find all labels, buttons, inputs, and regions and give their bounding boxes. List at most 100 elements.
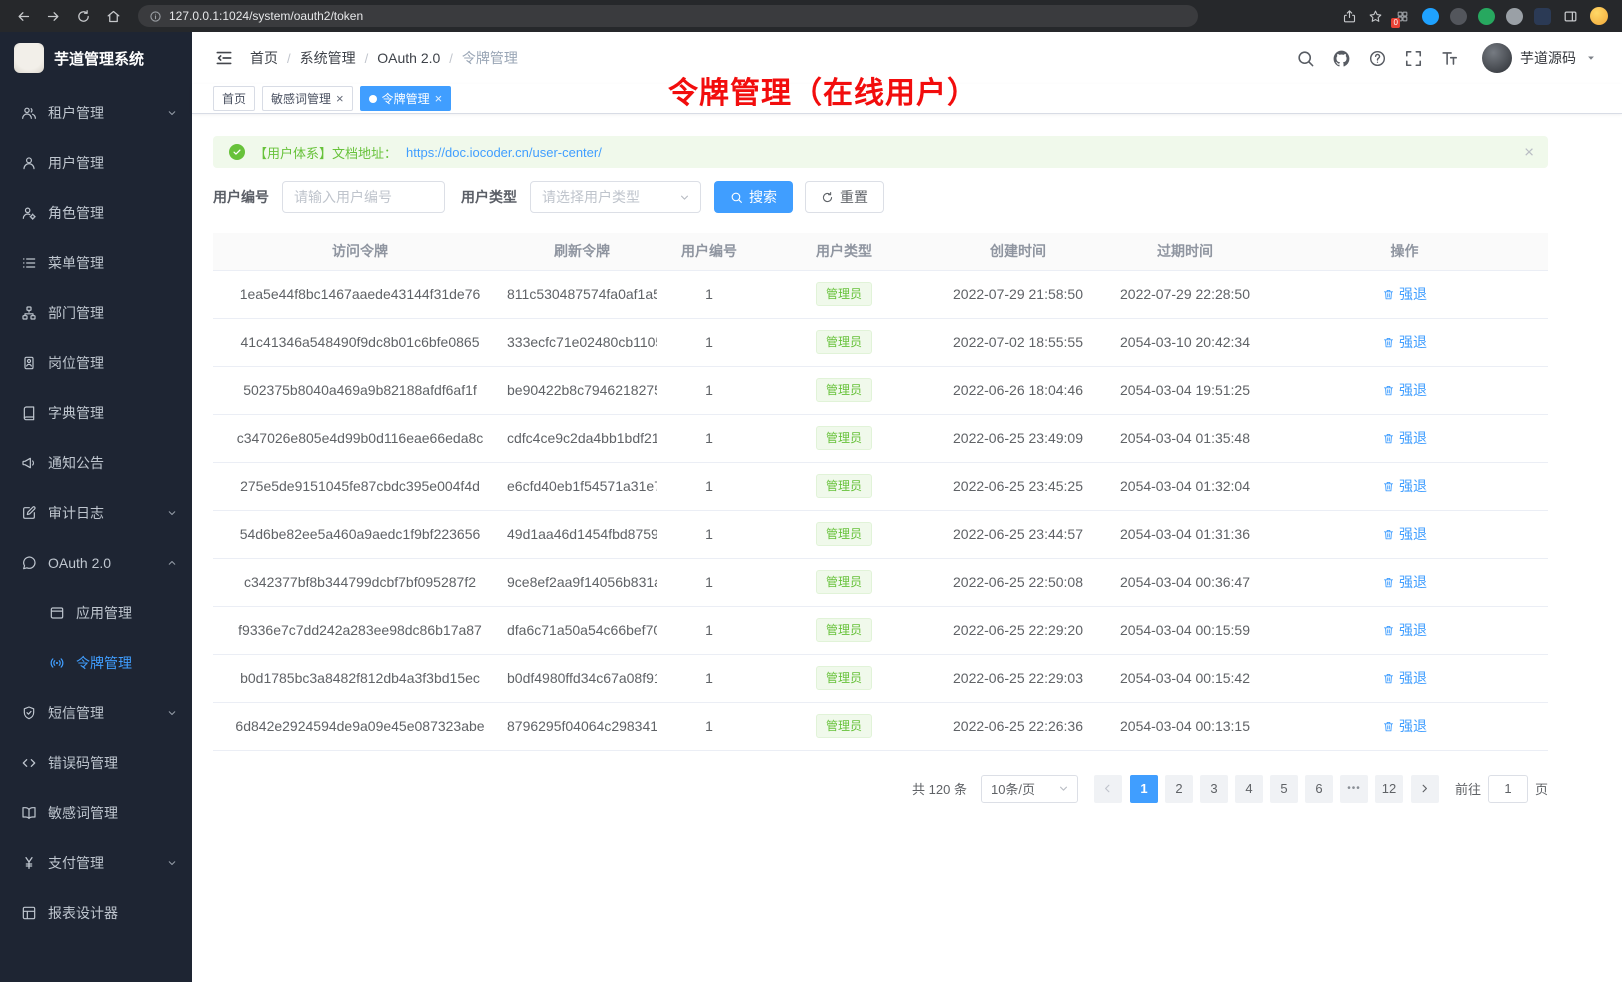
sidebar-item[interactable]: 租户管理	[0, 88, 192, 138]
sidebar-item[interactable]: 审计日志	[0, 488, 192, 538]
total-count: 共 120 条	[912, 779, 967, 798]
help-icon[interactable]	[1368, 49, 1387, 68]
sidebar-item[interactable]: 字典管理	[0, 388, 192, 438]
force-logout-button[interactable]: 强退	[1382, 572, 1427, 592]
breadcrumb-item[interactable]: 令牌管理	[462, 48, 518, 68]
sidebar-item[interactable]: 支付管理	[0, 838, 192, 888]
close-tab-icon[interactable]: ×	[336, 92, 344, 105]
font-size-icon[interactable]	[1440, 49, 1459, 68]
expire-time-cell: 2054-03-04 19:51:25	[1109, 366, 1261, 414]
search-button[interactable]: 搜索	[714, 181, 793, 213]
page-number-button[interactable]: •••	[1340, 775, 1368, 803]
alert-close-icon[interactable]: ×	[1524, 144, 1534, 161]
side-panel-icon[interactable]	[1562, 8, 1579, 25]
page-number-button[interactable]: 2	[1165, 775, 1193, 803]
page-size-select[interactable]: 10条/页	[981, 775, 1078, 803]
view-tab[interactable]: 敏感词管理 ×	[262, 86, 353, 111]
reset-button[interactable]: 重置	[805, 181, 884, 213]
force-logout-button[interactable]: 强退	[1382, 380, 1427, 400]
prev-page-button[interactable]	[1094, 775, 1122, 803]
force-logout-button[interactable]: 强退	[1382, 284, 1427, 304]
force-logout-button[interactable]: 强退	[1382, 428, 1427, 448]
sidebar-item[interactable]: OAuth 2.0	[0, 538, 192, 588]
breadcrumb-item[interactable]: OAuth 2.0	[377, 50, 440, 66]
search-icon[interactable]	[1296, 49, 1315, 68]
sidebar-item[interactable]: 错误码管理	[0, 738, 192, 788]
header-actions: 芋道源码	[1296, 43, 1598, 73]
action-cell: 强退	[1261, 414, 1548, 462]
sidebar-item[interactable]: 敏感词管理	[0, 788, 192, 838]
share-icon[interactable]	[1342, 9, 1357, 24]
sidebar-item[interactable]: 令牌管理	[0, 638, 192, 688]
github-icon[interactable]	[1332, 49, 1351, 68]
sidebar-item[interactable]: 角色管理	[0, 188, 192, 238]
sidebar-item-label: 支付管理	[48, 853, 166, 873]
page-numbers: 1 2 3 4 5 6 ••	[1130, 775, 1403, 803]
browser-reload-button[interactable]	[70, 4, 96, 28]
sidebar-item[interactable]: 短信管理	[0, 688, 192, 738]
goto-page-input[interactable]	[1488, 775, 1528, 803]
extension-icon[interactable]	[1450, 8, 1467, 25]
view-tab[interactable]: 令牌管理 ×	[360, 86, 452, 111]
sidebar-toggle-icon[interactable]	[214, 48, 234, 68]
sidebar-menu: 租户管理 用户管理 角色管理	[0, 84, 192, 982]
sidebar-item[interactable]: 用户管理	[0, 138, 192, 188]
browser-back-button[interactable]	[10, 4, 36, 28]
close-tab-icon[interactable]: ×	[435, 92, 443, 105]
address-bar[interactable]: 127.0.0.1:1024/system/oauth2/token	[138, 5, 1198, 27]
expire-time-cell: 2054-03-10 20:42:34	[1109, 318, 1261, 366]
access-token-cell: 54d6be82ee5a460a9aedc1f9bf223656	[213, 510, 507, 558]
bookmark-star-icon[interactable]	[1368, 9, 1383, 24]
view-tab[interactable]: 首页	[213, 86, 255, 111]
trash-icon	[1382, 288, 1395, 301]
refresh-token-cell: e6cfd40eb1f54571a31e775e039c4624	[507, 462, 657, 510]
page-number-button[interactable]: 12	[1375, 775, 1403, 803]
user-menu[interactable]: 芋道源码	[1482, 43, 1598, 73]
page-number-button[interactable]: 6	[1305, 775, 1333, 803]
table-row: b0d1785bc3a8482f812db4a3f3bd15ec b0df498…	[213, 654, 1548, 702]
sidebar-item[interactable]: 部门管理	[0, 288, 192, 338]
action-cell: 强退	[1261, 270, 1548, 318]
browser-profile-avatar[interactable]	[1590, 7, 1608, 25]
user-type-tag: 管理员	[816, 474, 872, 498]
force-logout-button[interactable]: 强退	[1382, 620, 1427, 640]
app-logo[interactable]: 芋道管理系统	[0, 32, 192, 84]
sidebar-item[interactable]: 岗位管理	[0, 338, 192, 388]
force-logout-button[interactable]: 强退	[1382, 332, 1427, 352]
user-id-input[interactable]	[282, 181, 445, 213]
breadcrumb-item[interactable]: 系统管理	[300, 48, 356, 68]
refresh-token-cell: b0df4980ffd34c67a08f9156e4eee733	[507, 654, 657, 702]
sidebar-item[interactable]: 报表设计器	[0, 888, 192, 938]
site-info-icon[interactable]	[149, 10, 162, 23]
breadcrumb-item[interactable]: 首页	[250, 48, 278, 68]
page-number-button[interactable]: 4	[1235, 775, 1263, 803]
user-id-cell: 1	[657, 366, 761, 414]
page-number-button[interactable]: 5	[1270, 775, 1298, 803]
expire-time-cell: 2054-03-04 01:35:48	[1109, 414, 1261, 462]
sidebar-item[interactable]: 菜单管理	[0, 238, 192, 288]
trash-icon	[1382, 432, 1395, 445]
fullscreen-icon[interactable]	[1404, 49, 1423, 68]
sidebar-item[interactable]: 通知公告	[0, 438, 192, 488]
extension-icon[interactable]	[1478, 8, 1495, 25]
user-type-cell: 管理员	[761, 318, 927, 366]
expire-time-cell: 2054-03-04 01:32:04	[1109, 462, 1261, 510]
force-logout-button[interactable]: 强退	[1382, 668, 1427, 688]
expire-time-cell: 2054-03-04 01:31:36	[1109, 510, 1261, 558]
sidebar-item[interactable]: 应用管理	[0, 588, 192, 638]
force-logout-button[interactable]: 强退	[1382, 524, 1427, 544]
page-number-button[interactable]: 1	[1130, 775, 1158, 803]
page-number-button[interactable]: 3	[1200, 775, 1228, 803]
browser-forward-button[interactable]	[40, 4, 66, 28]
force-logout-button[interactable]: 强退	[1382, 476, 1427, 496]
extensions-puzzle-icon[interactable]	[1506, 8, 1523, 25]
extension-icon[interactable]: 0	[1394, 8, 1411, 25]
browser-home-button[interactable]	[100, 4, 126, 28]
extension-icon[interactable]	[1422, 8, 1439, 25]
user-type-select[interactable]: 请选择用户类型	[530, 181, 701, 213]
post-icon	[21, 355, 37, 371]
extension-icon[interactable]	[1534, 8, 1551, 25]
next-page-button[interactable]	[1411, 775, 1439, 803]
alert-doc-link[interactable]: https://doc.iocoder.cn/user-center/	[406, 145, 602, 160]
force-logout-button[interactable]: 强退	[1382, 716, 1427, 736]
